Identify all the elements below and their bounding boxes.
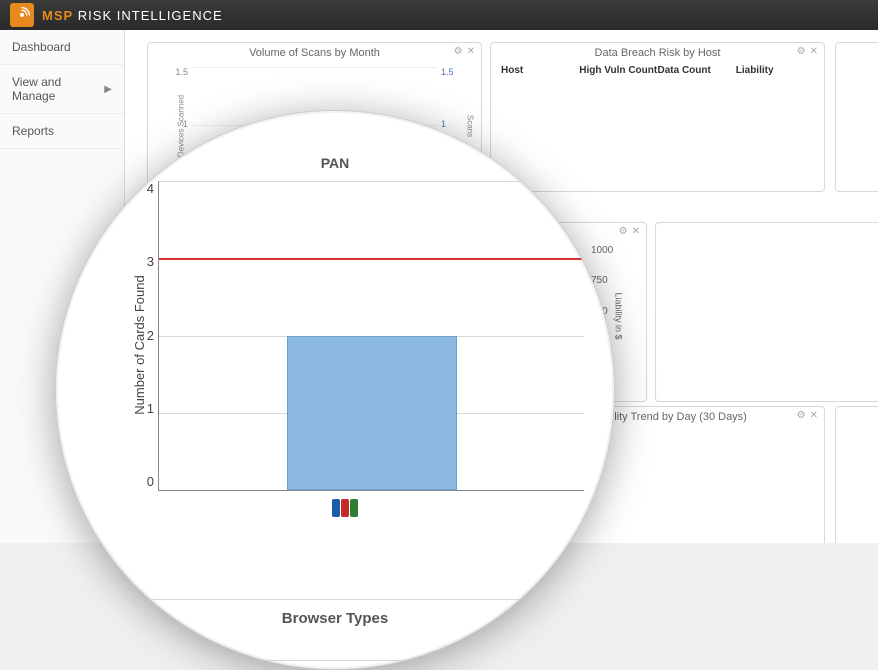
panel-breach-title: Data Breach Risk by Host ⚙ ✕ bbox=[491, 43, 824, 61]
close-icon[interactable]: ✕ bbox=[810, 410, 818, 421]
col-liability: Liability bbox=[736, 65, 814, 76]
gear-icon[interactable]: ⚙ bbox=[797, 46, 806, 57]
brand-rest: RISK INTELLIGENCE bbox=[78, 8, 223, 23]
logo-icon bbox=[10, 3, 34, 27]
panel-unencrypted-title: Unencr bbox=[656, 223, 878, 243]
zoom-pan-trendline bbox=[159, 258, 615, 260]
zoom-browser-panel: Browser Types bbox=[98, 599, 572, 661]
nav-view-manage[interactable]: View and Manage ▶ bbox=[0, 65, 124, 114]
zoom-pan-bar-jcb bbox=[287, 336, 457, 491]
liability-axis-label: Liability in $ bbox=[613, 292, 623, 339]
col-host: Host bbox=[501, 65, 579, 76]
panel-volume-title-text: Volume of Scans by Month bbox=[249, 47, 380, 59]
col-vuln: High Vuln Count bbox=[579, 65, 657, 76]
zoom-lens: PAN Number of Cards Found 4 3 2 1 0 bbox=[55, 110, 615, 670]
chevron-right-icon: ▶ bbox=[104, 84, 112, 95]
close-icon[interactable]: ✕ bbox=[810, 46, 818, 57]
panel-volume-title: Volume of Scans by Month ⚙ ✕ bbox=[148, 43, 481, 61]
zoom-pan-chart: Number of Cards Found 4 3 2 1 0 bbox=[106, 181, 584, 509]
jcb-icon bbox=[332, 499, 358, 517]
close-icon[interactable]: ✕ bbox=[632, 226, 640, 237]
app-header: MSP RISK INTELLIGENCE bbox=[0, 0, 878, 30]
zoom-browser-title: Browser Types bbox=[99, 600, 571, 627]
close-icon[interactable]: ✕ bbox=[467, 46, 475, 57]
col-data: Data Count bbox=[658, 65, 736, 76]
panel-stub-bottom bbox=[835, 406, 878, 543]
gear-icon[interactable]: ⚙ bbox=[619, 226, 628, 237]
zoom-pan-plot bbox=[158, 181, 584, 491]
panel-stub-top-title: ⚙ ✕ bbox=[836, 43, 878, 49]
gear-icon[interactable]: ⚙ bbox=[454, 46, 463, 57]
panel-stub-top: ⚙ ✕ bbox=[835, 42, 878, 192]
panel-breach-title-text: Data Breach Risk by Host bbox=[595, 47, 721, 59]
nav-dashboard[interactable]: Dashboard bbox=[0, 30, 124, 65]
zoom-pan-yticks: 4 3 2 1 0 bbox=[136, 181, 154, 489]
brand-title: MSP RISK INTELLIGENCE bbox=[42, 8, 223, 23]
brand-accent: MSP bbox=[42, 8, 73, 23]
zoom-pan-title: PAN bbox=[321, 155, 350, 171]
nav-reports-label: Reports bbox=[12, 124, 54, 138]
nav-view-manage-label: View and Manage bbox=[12, 75, 104, 103]
panel-unencrypted: Unencr bbox=[655, 222, 878, 402]
nav-dashboard-label: Dashboard bbox=[12, 40, 71, 54]
gear-icon[interactable]: ⚙ bbox=[797, 410, 806, 421]
breach-table-header: Host High Vuln Count Data Count Liabilit… bbox=[491, 61, 824, 80]
